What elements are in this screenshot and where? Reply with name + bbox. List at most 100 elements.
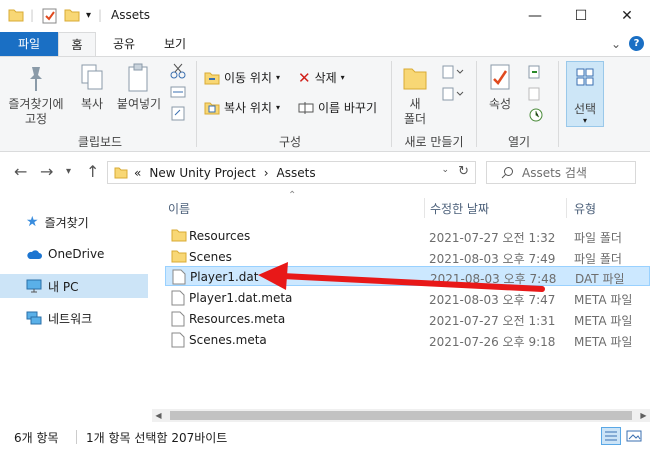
file-date: 2021-08-03 오후 7:48 <box>430 272 557 286</box>
copy-label: 복사 <box>80 97 104 111</box>
address-bar[interactable]: « New Unity Project › Assets ⌄ ↻ <box>107 161 476 184</box>
column-header-type[interactable]: 유형 <box>574 200 596 217</box>
pin-quick-access-button[interactable]: 즐겨찾기에 고정 <box>4 63 68 127</box>
up-button[interactable]: ↑ <box>86 162 99 181</box>
horizontal-scrollbar[interactable]: ◀ ▶ <box>152 409 650 422</box>
nav-item-onedrive[interactable]: OneDrive <box>0 242 148 266</box>
copy-to-icon <box>204 102 220 115</box>
file-row[interactable]: Resources 2021-07-27 오전 1:32 파일 폴더 <box>165 226 650 246</box>
new-folder-button[interactable]: 새 폴더 <box>396 63 434 127</box>
move-to-button[interactable]: 이동 위치 ▾ <box>204 67 280 89</box>
new-folder-icon <box>403 68 427 90</box>
selection-info: 1개 항목 선택함 207바이트 <box>86 431 228 445</box>
cut-icon[interactable] <box>170 63 186 79</box>
nav-item-this-pc[interactable]: 내 PC <box>0 274 148 298</box>
refresh-icon[interactable]: ↻ <box>458 164 469 179</box>
help-icon[interactable]: ? <box>629 36 644 51</box>
properties-button[interactable]: 속성 <box>482 63 518 112</box>
pc-icon <box>26 279 42 293</box>
select-button[interactable]: 선택 ▾ <box>566 61 604 127</box>
dropdown-arrow-icon: ▾ <box>340 73 345 82</box>
scroll-right-icon[interactable]: ▶ <box>637 409 650 422</box>
pin-icon <box>30 67 42 91</box>
breadcrumb-new-unity-project[interactable]: New Unity Project <box>149 166 255 180</box>
ribbon: 즐겨찾기에 고정 복사 붙여넣기 클립보드 이동 위치 ▾ 복사 위치 ▾ ✕ … <box>0 56 650 152</box>
file-row[interactable]: Scenes 2021-08-03 오후 7:49 파일 폴더 <box>165 247 650 267</box>
address-overflow[interactable]: « <box>134 166 141 180</box>
customize-toolbar-icon[interactable]: ▾ <box>86 10 91 21</box>
copy-button[interactable]: 복사 <box>72 63 112 112</box>
nav-item-network[interactable]: 네트워크 <box>0 306 148 330</box>
minimize-button[interactable]: — <box>512 0 558 32</box>
file-list: ⌃ 이름 수정한 날짜 유형 Resources 2021-07-27 오전 1… <box>150 190 650 420</box>
folder-icon <box>171 250 187 263</box>
file-row-selected[interactable]: Player1.dat 2021-08-03 오후 7:48 DAT 파일 <box>165 266 650 286</box>
dropdown-arrow-icon: ▾ <box>275 73 280 82</box>
open-icon[interactable] <box>528 65 548 79</box>
properties-icon <box>490 64 510 90</box>
delete-label: 삭제 <box>314 71 337 85</box>
search-box[interactable]: Assets 검색 <box>486 161 636 184</box>
maximize-button[interactable]: ☐ <box>558 0 604 32</box>
delete-button[interactable]: ✕ 삭제 ▾ <box>298 67 345 89</box>
column-header-name[interactable]: 이름 <box>168 200 190 217</box>
address-dropdown-icon[interactable]: ⌄ <box>441 165 449 175</box>
paste-shortcut-icon[interactable] <box>170 105 186 121</box>
copy-path-icon[interactable] <box>170 85 186 99</box>
back-button[interactable]: ← <box>14 162 27 181</box>
folder-icon <box>8 9 24 22</box>
group-separator <box>196 61 197 147</box>
new-folder-icon[interactable] <box>64 8 80 22</box>
copy-to-label: 복사 위치 <box>224 101 272 115</box>
file-name: Player1.dat.meta <box>189 291 293 305</box>
forward-button[interactable]: → <box>40 162 53 181</box>
breadcrumb-assets[interactable]: Assets <box>277 166 316 180</box>
file-type: DAT 파일 <box>575 272 625 286</box>
copy-to-button[interactable]: 복사 위치 ▾ <box>204 97 280 119</box>
file-name: Resources.meta <box>189 312 286 326</box>
column-divider[interactable] <box>566 198 567 218</box>
history-icon[interactable] <box>528 107 544 123</box>
column-divider[interactable] <box>424 198 425 218</box>
paste-button[interactable]: 붙여넣기 <box>114 63 164 112</box>
recent-locations-button[interactable]: ▾ <box>66 166 71 177</box>
expand-ribbon-icon[interactable]: ⌄ <box>611 37 621 51</box>
scroll-left-icon[interactable]: ◀ <box>152 409 165 422</box>
properties-icon[interactable] <box>42 8 58 24</box>
close-button[interactable]: ✕ <box>604 0 650 32</box>
column-header-date[interactable]: 수정한 날짜 <box>430 200 489 217</box>
select-icon <box>576 68 594 86</box>
details-view-button[interactable] <box>601 427 621 445</box>
tab-share[interactable]: 공유 <box>104 32 144 56</box>
nav-item-quick-access[interactable]: ★ 즐겨찾기 <box>0 210 148 234</box>
file-date: 2021-07-27 오전 1:31 <box>429 314 556 328</box>
file-row[interactable]: Scenes.meta 2021-07-26 오후 9:18 META 파일 <box>165 330 650 350</box>
dropdown-arrow-icon: ▾ <box>275 103 280 112</box>
tab-file[interactable]: 파일 <box>0 32 58 56</box>
select-label: 선택 <box>573 102 597 116</box>
group-separator <box>476 61 477 147</box>
rename-button[interactable]: 이름 바꾸기 <box>298 97 377 119</box>
new-item-icon[interactable] <box>442 65 464 79</box>
delete-icon: ✕ <box>298 69 311 87</box>
large-icons-view-button[interactable] <box>624 427 644 445</box>
edit-icon[interactable] <box>528 87 544 101</box>
file-icon <box>172 269 186 285</box>
scrollbar-thumb[interactable] <box>170 411 632 420</box>
file-type: META 파일 <box>574 293 633 307</box>
title-bar: | ▾ | Assets — ☐ ✕ <box>0 0 650 32</box>
file-date: 2021-08-03 오후 7:49 <box>429 252 556 266</box>
easy-access-icon[interactable] <box>442 87 464 101</box>
file-row[interactable]: Resources.meta 2021-07-27 오전 1:31 META 파… <box>165 309 650 329</box>
file-row[interactable]: Player1.dat.meta 2021-08-03 오후 7:47 META… <box>165 288 650 308</box>
large-icons-view-icon <box>626 430 642 442</box>
nav-item-label: 네트워크 <box>48 311 93 326</box>
rename-icon <box>298 102 314 114</box>
item-count: 6개 항목 <box>14 431 59 445</box>
breadcrumb-separator[interactable]: › <box>264 166 269 180</box>
tab-view[interactable]: 보기 <box>155 32 195 56</box>
pin-quick-access-label: 즐겨찾기에 고정 <box>8 97 64 126</box>
paste-label: 붙여넣기 <box>116 97 162 111</box>
window-title: Assets <box>111 8 151 22</box>
tab-home[interactable]: 홈 <box>58 32 96 57</box>
